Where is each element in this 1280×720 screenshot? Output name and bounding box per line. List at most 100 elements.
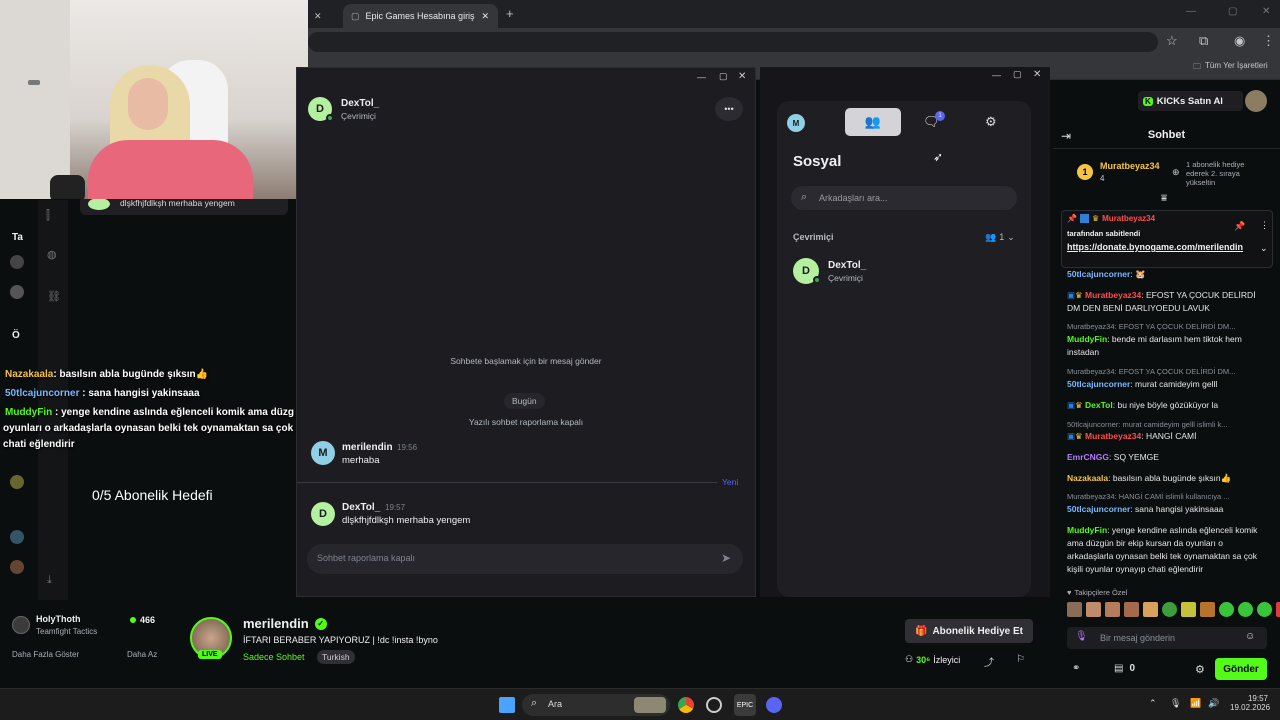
category-link[interactable]: Sadece Sohbet [243, 652, 305, 662]
epic-games-icon[interactable]: EPIC [734, 694, 756, 716]
chat-user[interactable]: Muratbeyaz34 [1085, 290, 1141, 300]
emote[interactable] [1124, 602, 1139, 617]
sidebar-toggle-icon[interactable]: ⫿ [46, 208, 50, 223]
message-input[interactable]: Sohbet raporlama kapalı ➤ [307, 544, 743, 574]
send-button[interactable]: Gönder [1215, 658, 1267, 680]
close-icon[interactable]: ✕ [738, 71, 746, 82]
chevron-down-icon[interactable]: ⌄ [1260, 243, 1268, 254]
chat-input[interactable]: 🎙 Bir mesaj gönderin ☺ [1067, 627, 1267, 649]
kicks-balance[interactable]: ▤ 0 [1114, 663, 1135, 674]
volume-icon[interactable]: 🔊 [1208, 698, 1219, 709]
menu-icon[interactable]: ⋮ [1262, 33, 1275, 49]
emoji-icon[interactable]: ☺ [1245, 631, 1255, 642]
chrome-icon[interactable] [678, 697, 694, 713]
maximize-icon[interactable]: ▢ [1228, 6, 1237, 17]
add-friend-icon[interactable]: ⚙ [985, 114, 997, 130]
unpin-icon[interactable]: 📌 [1234, 221, 1245, 232]
follow-icon[interactable]: ⚐ [1016, 654, 1025, 665]
send-icon[interactable]: ➤ [721, 551, 731, 565]
mic-icon[interactable]: 🎙 [1170, 698, 1181, 709]
mic-icon[interactable]: 🎙 [1075, 631, 1088, 642]
show-more-link[interactable]: Daha Fazla Göster [12, 650, 79, 659]
emote[interactable] [1238, 602, 1253, 617]
profile-icon[interactable]: ◉ [1234, 33, 1245, 49]
chat-user[interactable]: MuddyFin [1067, 525, 1107, 535]
emote[interactable] [1219, 602, 1234, 617]
avatar[interactable] [10, 285, 24, 299]
gift-sub-button[interactable]: 🎁 Abonelik Hediye Et [905, 619, 1033, 643]
chat-user[interactable]: EmrCNGG [1067, 452, 1109, 462]
close-icon[interactable]: ✕ [1033, 69, 1041, 80]
avatar[interactable] [10, 475, 24, 489]
minimize-icon[interactable]: — [992, 70, 1001, 80]
chat-user[interactable]: Nazakaala [1067, 473, 1108, 483]
start-icon[interactable] [499, 697, 515, 713]
chevron-up-icon[interactable]: ⌃ [1149, 698, 1157, 709]
friend-search-input[interactable]: ⌕ Arkadaşları ara... [791, 186, 1017, 210]
language-tag[interactable]: Turkish [317, 650, 355, 664]
show-less-link[interactable]: Daha Az [127, 650, 157, 659]
emote[interactable] [1143, 602, 1158, 617]
chat-user[interactable]: DexTol [1085, 400, 1113, 410]
side-channel-name[interactable]: HolyThoth [36, 614, 81, 624]
message-avatar[interactable]: M [311, 441, 335, 465]
close-window-icon[interactable]: ✕ [1262, 6, 1270, 17]
emote[interactable] [1276, 602, 1280, 617]
kicks-gift-icon[interactable]: ⚭ [1072, 663, 1080, 674]
message-avatar[interactable]: D [311, 502, 335, 526]
emote[interactable] [1257, 602, 1272, 617]
chat-user[interactable]: 50tlcajuncorner [1067, 269, 1130, 279]
share-icon[interactable]: ⤴ [984, 654, 994, 669]
profile-avatar[interactable] [1245, 90, 1267, 112]
emote[interactable] [1105, 602, 1120, 617]
wifi-icon[interactable]: 📶 [1190, 698, 1201, 709]
maximize-icon[interactable]: ▢ [719, 71, 728, 82]
user-icon[interactable]: ◍ [47, 248, 57, 261]
settings-icon[interactable]: ⚙ [1195, 663, 1205, 676]
more-options-button[interactable]: ••• [715, 97, 743, 121]
buy-kicks-button[interactable]: K KICKs Satın Al [1138, 91, 1243, 111]
emote[interactable] [1162, 602, 1177, 617]
extensions-icon[interactable]: ⧉ [1199, 33, 1208, 49]
streamer-name[interactable]: merilendin ✓ [243, 616, 327, 631]
emote[interactable] [1067, 602, 1082, 617]
browser-tab-epic[interactable]: ▢ Epic Games Hesabına giriş yap ✕ [343, 4, 498, 28]
chat-user[interactable]: 50tlcajuncorner [1067, 504, 1130, 514]
chat-user[interactable]: Muratbeyaz34 [1085, 431, 1141, 441]
emote[interactable] [1086, 602, 1101, 617]
message-author[interactable]: DexTol_ [342, 502, 380, 513]
top-gifter-name[interactable]: Muratbeyaz34 [1100, 161, 1160, 171]
pinned-link[interactable]: https://donate.bynogame.com/merilendin [1067, 241, 1252, 253]
taskbar-search[interactable]: ⌕ Ara [522, 694, 670, 716]
avatar[interactable] [10, 255, 24, 269]
all-bookmarks[interactable]: 🗀 Tüm Yer İşaretleri [1193, 61, 1268, 75]
contact-name[interactable]: DexTol_ [341, 98, 379, 109]
friends-tab[interactable]: 👥 [845, 108, 901, 136]
filter-icon[interactable]: ⩸ [1161, 193, 1167, 204]
address-bar[interactable] [308, 32, 1158, 52]
self-avatar[interactable]: M [787, 114, 805, 132]
bookmark-star-icon[interactable]: ☆ [1166, 33, 1178, 49]
maximize-icon[interactable]: ▢ [1013, 69, 1022, 80]
close-icon[interactable]: ✕ [482, 11, 490, 22]
chat-user[interactable]: MuddyFin [1067, 334, 1107, 344]
friend-name[interactable]: DexTol_ [828, 260, 866, 271]
clock[interactable]: 19:57 19.02.2026 [1230, 694, 1270, 712]
discord-icon[interactable] [766, 697, 782, 713]
more-icon[interactable]: ⋮ [1260, 220, 1269, 231]
link-icon[interactable]: ⛓ [47, 290, 61, 303]
online-count[interactable]: 👥 1 ⌄ [985, 232, 1015, 243]
minimize-icon[interactable]: — [697, 72, 706, 82]
avatar[interactable] [10, 530, 24, 544]
avatar[interactable] [12, 616, 30, 634]
pinned-user[interactable]: Muratbeyaz34 [1102, 214, 1155, 223]
minimize-icon[interactable]: — [1186, 6, 1196, 17]
avatar[interactable] [10, 560, 24, 574]
close-icon[interactable]: ✕ [314, 11, 322, 22]
emote[interactable] [1200, 602, 1215, 617]
download-icon[interactable]: ⤓ [47, 574, 52, 587]
chat-user[interactable]: 50tlcajuncorner [1067, 379, 1130, 389]
emote[interactable] [1181, 602, 1196, 617]
new-tab-button[interactable]: + [506, 6, 514, 21]
message-author[interactable]: merilendin [342, 442, 393, 453]
